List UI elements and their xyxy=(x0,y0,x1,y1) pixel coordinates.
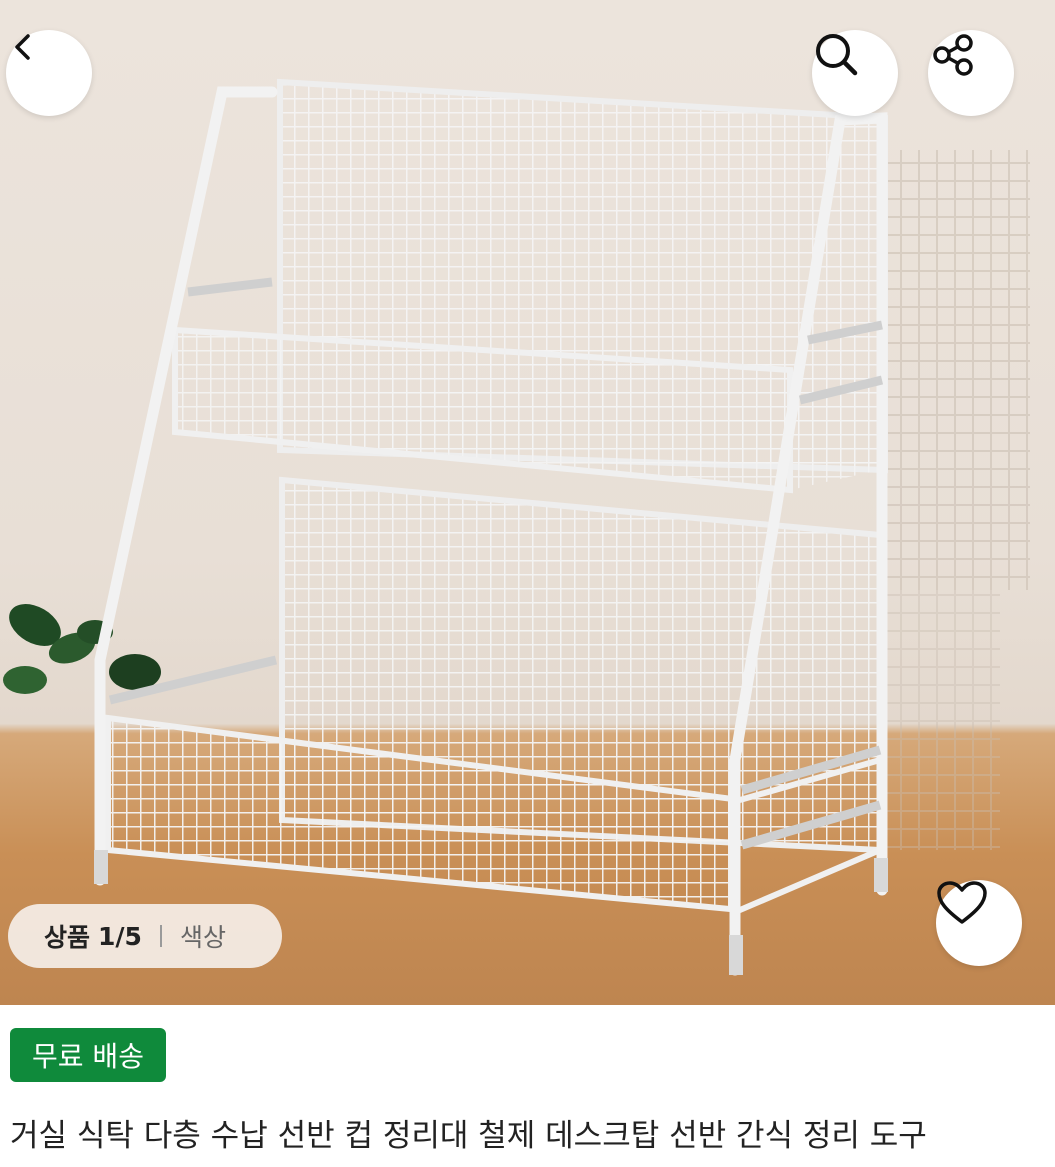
like-button[interactable] xyxy=(936,880,1022,966)
counter-position: 1/5 xyxy=(98,921,142,951)
free-shipping-badge: 무료 배송 xyxy=(10,1028,166,1082)
product-photo xyxy=(3,78,1030,976)
wall-shadow xyxy=(880,150,1030,590)
chevron-left-icon xyxy=(15,34,30,60)
share-button[interactable] xyxy=(928,30,1014,116)
wall-shadow-lower xyxy=(880,590,1000,850)
product-title: 거실 식탁 다층 수납 선반 컵 정리대 철제 데스크탑 선반 간식 정리 도구 xyxy=(10,1118,927,1154)
plant xyxy=(3,604,161,694)
search-icon xyxy=(816,34,858,76)
image-counter: 상품 1/5 색상 xyxy=(8,904,282,968)
counter-divider xyxy=(159,925,162,947)
product-image[interactable]: 상품 1/5 색상 xyxy=(0,0,1055,1005)
search-button[interactable] xyxy=(812,30,898,116)
heart-icon xyxy=(937,881,987,924)
back-button[interactable] xyxy=(6,30,92,116)
counter-option[interactable]: 색상 xyxy=(180,918,226,954)
counter-label: 상품 xyxy=(44,923,91,952)
share-icon xyxy=(933,34,973,76)
